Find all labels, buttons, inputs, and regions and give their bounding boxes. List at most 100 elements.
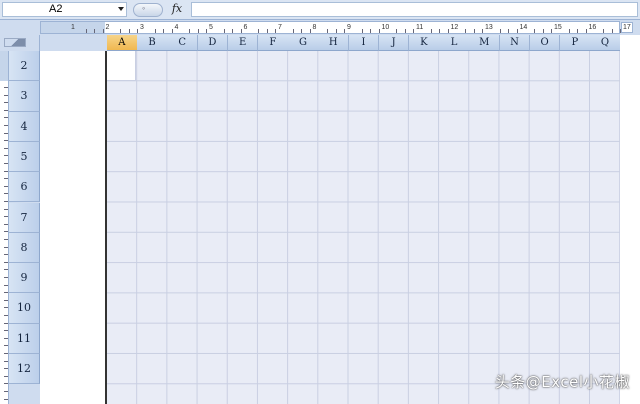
column-header-g[interactable]: G xyxy=(288,35,319,51)
ruler-tick xyxy=(309,29,311,33)
ruler-tick xyxy=(4,170,8,172)
horizontal-ruler[interactable]: 1 2 3 4 5 6 7 8 9 10 11 12 13 14 15 16 xyxy=(40,21,622,34)
page-margin xyxy=(40,51,105,404)
column-header-m[interactable]: M xyxy=(469,35,501,51)
formula-bar: A2 ◦ fx xyxy=(0,0,640,20)
ruler-tick xyxy=(4,353,8,354)
row-header-11[interactable]: 11 xyxy=(9,323,40,354)
ruler-tick xyxy=(4,208,8,210)
row-header-12[interactable]: 12 xyxy=(9,354,40,385)
column-header-a[interactable]: A xyxy=(107,35,138,51)
ruler-number: 15 xyxy=(554,24,562,31)
column-header-c[interactable]: C xyxy=(167,35,199,51)
ruler-tick xyxy=(4,398,8,400)
ruler-tick xyxy=(534,29,536,33)
ruler-tick xyxy=(4,315,8,316)
ruler-number: 5 xyxy=(209,24,213,31)
column-header-d[interactable]: D xyxy=(197,35,229,51)
ruler-tick xyxy=(4,178,8,180)
ruler-tick xyxy=(378,29,380,33)
ruler-tick xyxy=(4,254,8,256)
ruler-tick xyxy=(4,155,8,157)
ruler-tick xyxy=(4,140,8,142)
ruler-tick xyxy=(4,307,8,309)
column-header-k[interactable]: K xyxy=(409,35,440,51)
ruler-tick xyxy=(120,29,122,33)
formula-bar-resize-handle[interactable]: ◦ xyxy=(133,3,163,17)
row-header-7[interactable]: 7 xyxy=(9,202,40,233)
row-header-5[interactable]: 5 xyxy=(9,141,40,173)
ruler-tick xyxy=(370,29,372,33)
column-header-f[interactable]: F xyxy=(258,35,289,51)
ruler-tick xyxy=(266,29,268,33)
insert-function-button[interactable]: fx xyxy=(165,1,189,18)
select-all-button[interactable] xyxy=(0,35,40,51)
column-header-e[interactable]: E xyxy=(227,35,259,51)
ruler-area: 1 2 3 4 5 6 7 8 9 10 11 12 13 14 15 16 xyxy=(0,20,640,35)
ruler-tick xyxy=(4,223,8,225)
row-header-10[interactable]: 10 xyxy=(9,293,40,324)
ruler-tick xyxy=(4,239,8,240)
ruler-tick xyxy=(361,29,363,33)
row-header-4[interactable]: 4 xyxy=(9,111,40,142)
ruler-tick xyxy=(404,29,406,33)
ruler-tick xyxy=(163,29,165,33)
name-box[interactable]: A2 xyxy=(2,2,127,17)
ruler-tick xyxy=(171,29,173,33)
ruler-tick xyxy=(577,29,579,33)
ruler-tick xyxy=(430,29,432,33)
ruler-tick xyxy=(4,117,8,119)
ruler-tick xyxy=(4,391,8,392)
column-header-h[interactable]: H xyxy=(318,35,350,51)
ruler-tick xyxy=(240,29,242,33)
column-header-o[interactable]: O xyxy=(529,35,561,51)
ruler-tick xyxy=(335,29,337,33)
ruler-tick xyxy=(102,29,104,33)
ruler-number: 16 xyxy=(588,24,597,31)
chevron-down-icon[interactable] xyxy=(118,7,124,11)
ruler-tick xyxy=(611,29,613,33)
ruler-tick xyxy=(275,29,277,33)
formula-input[interactable] xyxy=(191,2,638,17)
row-header-9[interactable]: 9 xyxy=(9,263,40,294)
ruler-tick xyxy=(396,29,398,33)
ruler-tick xyxy=(292,29,294,33)
column-header-q[interactable]: Q xyxy=(590,35,621,51)
ruler-tick xyxy=(473,29,475,33)
ruler-tick xyxy=(4,102,8,104)
ruler-number: 1 xyxy=(71,24,75,31)
column-header-j[interactable]: J xyxy=(378,35,410,51)
ruler-tick xyxy=(4,246,8,248)
ruler-number: 2 xyxy=(105,24,110,31)
row-header-6[interactable]: 6 xyxy=(9,172,40,203)
vertical-ruler[interactable] xyxy=(0,51,9,404)
ruler-tick xyxy=(4,87,8,88)
ruler-tick xyxy=(482,29,484,33)
ruler-tick xyxy=(4,132,8,134)
row-header-2[interactable]: 2 xyxy=(9,51,40,82)
ruler-number: 7 xyxy=(278,24,282,31)
ruler-tick xyxy=(465,29,467,33)
column-header-n[interactable]: N xyxy=(499,35,531,51)
row-header-3[interactable]: 3 xyxy=(9,81,40,112)
ruler-end-label: 17 xyxy=(621,22,633,33)
active-cell[interactable] xyxy=(107,51,136,81)
ruler-tick xyxy=(327,29,329,33)
ruler-tick xyxy=(197,29,199,33)
column-header-p[interactable]: P xyxy=(560,35,591,51)
column-header-l[interactable]: L xyxy=(439,35,470,51)
cell-grid[interactable] xyxy=(107,51,620,404)
column-header-b[interactable]: B xyxy=(137,35,168,51)
row-header-8[interactable]: 8 xyxy=(9,232,40,264)
ruler-tick xyxy=(189,29,191,33)
ruler-tick xyxy=(137,29,139,33)
ruler-number: 6 xyxy=(243,24,248,31)
ruler-tick xyxy=(4,368,8,370)
ruler-tick xyxy=(4,163,8,164)
select-all-icon xyxy=(4,38,26,47)
ruler-tick xyxy=(206,29,208,33)
column-header-i[interactable]: I xyxy=(348,35,380,51)
ruler-margin-zone xyxy=(0,51,8,81)
ruler-number: 4 xyxy=(174,24,179,31)
ruler-tick xyxy=(4,185,8,187)
